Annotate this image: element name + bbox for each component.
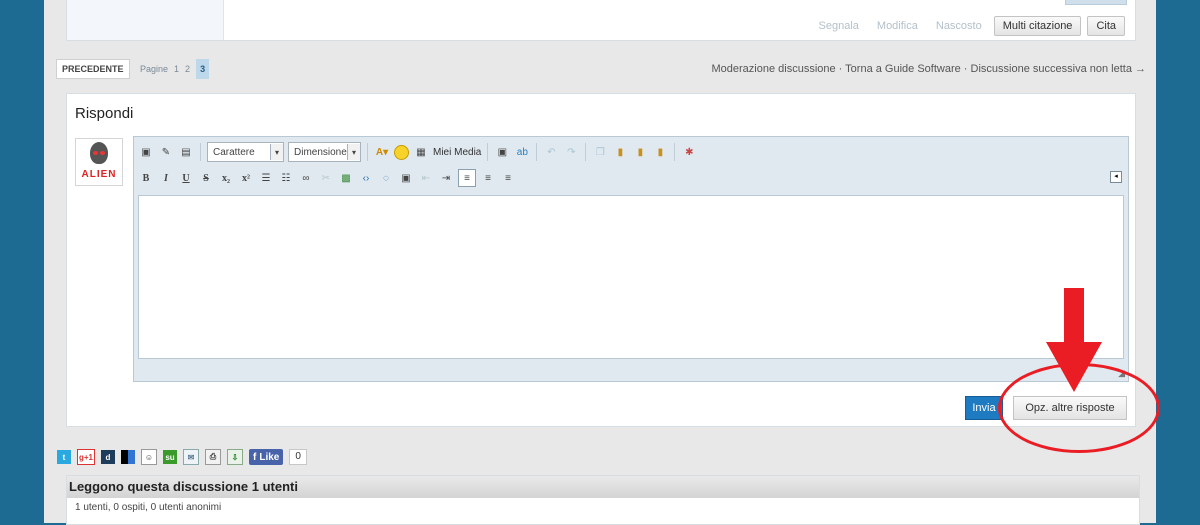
post-user-column [67,0,224,40]
strikethrough-icon[interactable]: S [198,170,214,186]
select-all-icon[interactable]: ▤ [178,144,194,160]
redo-icon[interactable]: ↷ [563,144,579,160]
page-container: Segnala Modifica Nascosto Multi citazion… [44,0,1156,525]
rich-text-editor: ▣ ✎ ▤ Carattere ▾ Dimensione ▾ A▾ ▦ Miei… [133,136,1129,382]
source-mode-icon[interactable]: ▣ [138,144,154,160]
download-icon[interactable]: ⇩ [227,449,243,465]
align-right-icon[interactable]: ≡ [500,170,516,186]
font-select[interactable]: Carattere ▾ [207,142,284,162]
report-link[interactable]: Segnala [813,20,865,32]
numbered-list-icon[interactable]: ☷ [278,170,294,186]
stumbleupon-icon[interactable]: su [163,450,177,464]
alien-eye-right [100,151,105,155]
facebook-like-label: Like [259,451,280,463]
paste-word-icon[interactable]: ▮ [652,144,668,160]
reddit-icon[interactable]: ☺ [141,449,157,465]
quote-icon[interactable]: ◌ [378,170,394,186]
outdent-icon[interactable]: ⇤ [418,170,434,186]
readers-panel: Leggono questa discussione 1 utenti 1 ut… [66,475,1140,525]
align-center-icon[interactable]: ≡ [480,170,496,186]
previous-post: Segnala Modifica Nascosto Multi citazion… [66,0,1136,41]
reply-title: Rispondi [75,105,134,122]
avatar: ALIEN [75,138,123,186]
italic-icon[interactable]: I [158,170,174,186]
facebook-icon: f [253,451,257,463]
page-link-2[interactable]: 2 [185,59,190,79]
undo-icon[interactable]: ↶ [543,144,559,160]
current-page: 3 [196,59,210,79]
post-corner-button[interactable] [1065,0,1127,5]
superscript-icon[interactable]: x² [238,170,254,186]
remove-format-icon[interactable]: ✱ [681,144,697,160]
font-select-value: Carattere [213,146,255,158]
collapse-toolbar-icon[interactable]: ◂ [1110,171,1122,183]
previous-page-button[interactable]: PRECEDENTE [56,59,130,79]
quote-button[interactable]: Cita [1087,16,1125,36]
editor-toolbar-bottom: B I U S x₂ x² ☰ ☷ ∞ ✂ ▩ ‹› ◌ ▣ ⇤ ⇥ ≡ ≡ ≡ [138,167,516,189]
separator [367,143,368,161]
digg-icon[interactable]: d [101,450,115,464]
post-actions: Segnala Modifica Nascosto Multi citazion… [813,16,1125,36]
binoculars-icon[interactable]: ▣ [494,144,510,160]
indent-icon[interactable]: ⇥ [438,170,454,186]
size-select[interactable]: Dimensione ▾ [288,142,361,162]
print-icon[interactable]: ⎙ [205,449,221,465]
align-left-icon[interactable]: ≡ [458,169,476,187]
readers-title: Leggono questa discussione 1 utenti [67,476,1139,498]
social-bar: t g+1 d ☺ su ✉ ⎙ ⇩ f Like 0 [57,449,307,465]
edit-link[interactable]: Modifica [871,20,924,32]
separator [674,143,676,161]
replace-icon[interactable]: ab [514,144,530,160]
chevron-down-icon: ▾ [347,144,360,160]
paste-text-icon[interactable]: ▮ [632,144,648,160]
like-count: 0 [289,449,307,465]
page-link-1[interactable]: 1 [174,59,179,79]
google-plus-icon[interactable]: g+1 [77,449,95,465]
image-icon[interactable]: ▩ [338,170,354,186]
subscript-icon[interactable]: x₂ [218,170,234,186]
font-color-icon[interactable]: A▾ [374,144,390,160]
eraser-icon[interactable]: ✎ [158,144,174,160]
bold-icon[interactable]: B [138,170,154,186]
separator [536,143,538,161]
thread-links[interactable]: Moderazione discussione · Torna a Guide … [711,59,1146,79]
message-textarea[interactable] [138,195,1124,359]
link-icon[interactable]: ∞ [298,170,314,186]
smiley-icon[interactable] [394,144,409,160]
reply-box: Rispondi ALIEN ▣ ✎ ▤ Carattere ▾ Dimensi… [66,93,1136,427]
avatar-logo: ALIEN [81,169,117,180]
box-icon[interactable]: ▣ [398,170,414,186]
chevron-down-icon: ▾ [270,144,283,160]
facebook-like-button[interactable]: f Like [249,449,284,465]
delicious-icon[interactable] [121,450,135,464]
copy-icon[interactable]: ❐ [592,144,608,160]
bullet-list-icon[interactable]: ☰ [258,170,274,186]
separator [200,143,201,161]
hide-link[interactable]: Nascosto [930,20,988,32]
pagination-bar: PRECEDENTE Pagine 1 2 3 Moderazione disc… [56,59,1146,79]
unlink-icon[interactable]: ✂ [318,170,334,186]
size-select-value: Dimensione [294,146,347,158]
readers-detail: 1 utenti, 0 ospiti, 0 utenti anonimi [75,502,222,513]
media-icon[interactable]: ▦ [413,144,429,160]
code-icon[interactable]: ‹› [358,170,374,186]
page-list: Pagine 1 2 3 [140,59,210,79]
pages-label: Pagine [140,64,169,74]
media-button[interactable]: Miei Media [433,147,481,158]
editor-toolbar-top: ▣ ✎ ▤ Carattere ▾ Dimensione ▾ A▾ ▦ Miei… [138,141,697,163]
underline-icon[interactable]: U [178,170,194,186]
email-icon[interactable]: ✉ [183,449,199,465]
annotation-circle [998,363,1160,453]
separator [487,143,489,161]
paste-icon[interactable]: ▮ [612,144,628,160]
twitter-icon[interactable]: t [57,450,71,464]
multi-quote-button[interactable]: Multi citazione [993,16,1082,36]
separator [585,143,587,161]
alien-eye-left [93,151,98,155]
